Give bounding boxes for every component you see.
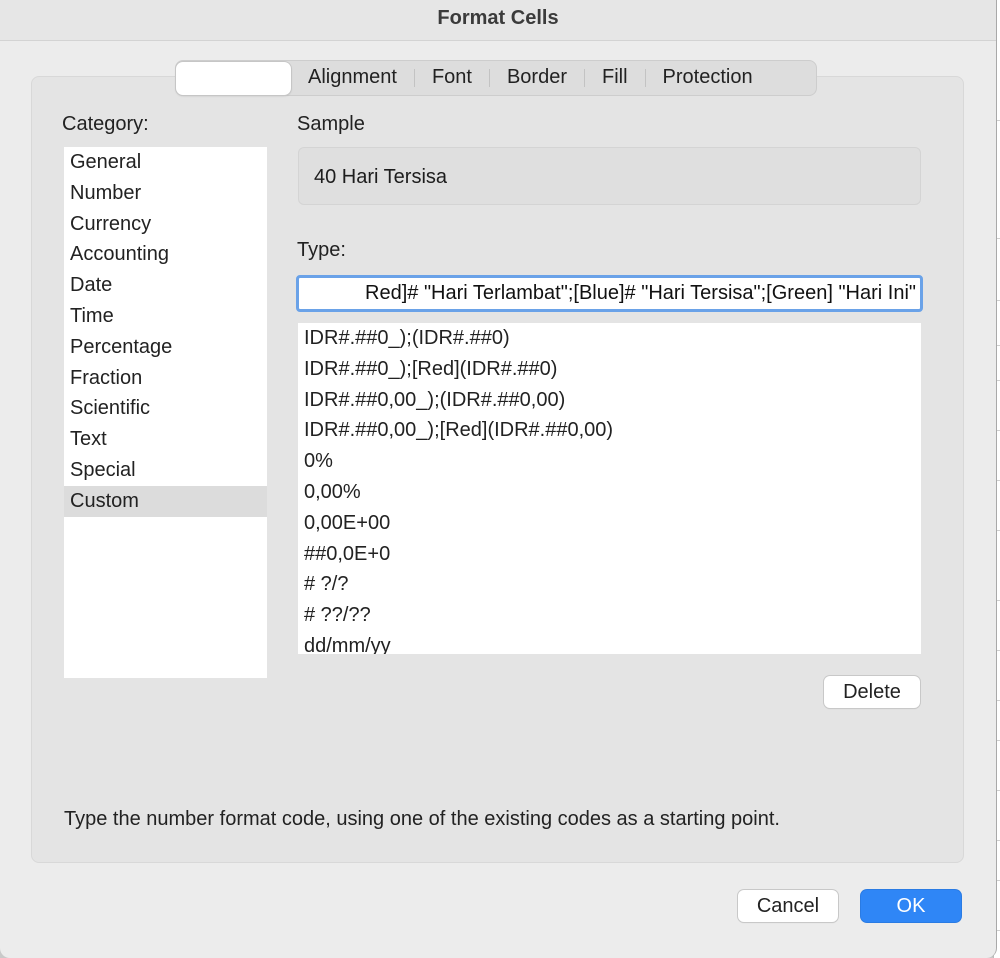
category-item-percentage[interactable]: Percentage <box>64 332 267 363</box>
tab-protection[interactable]: Protection <box>646 61 770 95</box>
format-hint-text: Type the number format code, using one o… <box>64 808 780 830</box>
category-item-time[interactable]: Time <box>64 301 267 332</box>
tab-border[interactable]: Border <box>490 61 584 95</box>
format-code-item[interactable]: IDR#.##0_);(IDR#.##0) <box>298 323 921 354</box>
category-label: Category: <box>62 113 149 135</box>
dialog-title: Format Cells <box>0 0 996 41</box>
format-code-item[interactable]: 0% <box>298 446 921 477</box>
format-code-item[interactable]: ##0,0E+0 <box>298 539 921 570</box>
format-code-item[interactable]: IDR#.##0,00_);(IDR#.##0,00) <box>298 385 921 416</box>
category-item-special[interactable]: Special <box>64 455 267 486</box>
tab-fill[interactable]: Fill <box>585 61 645 95</box>
tab-number[interactable] <box>176 61 291 95</box>
cancel-button[interactable]: Cancel <box>738 890 838 922</box>
format-code-item[interactable]: 0,00E+00 <box>298 508 921 539</box>
format-code-item[interactable]: # ??/?? <box>298 600 921 631</box>
type-label: Type: <box>297 239 346 261</box>
category-item-custom[interactable]: Custom <box>64 485 267 517</box>
category-list[interactable]: General Number Currency Accounting Date … <box>64 147 267 678</box>
format-code-item[interactable]: 0,00% <box>298 477 921 508</box>
format-code-item[interactable]: dd/mm/yy <box>298 631 921 654</box>
delete-button[interactable]: Delete <box>824 676 920 708</box>
category-item-fraction[interactable]: Fraction <box>64 363 267 394</box>
category-item-general[interactable]: General <box>64 147 267 178</box>
category-item-number[interactable]: Number <box>64 178 267 209</box>
tab-bar: Alignment Font Border Fill Protection <box>175 60 817 96</box>
ok-button[interactable]: OK <box>861 890 961 922</box>
type-format-input[interactable]: Red]# "Hari Terlambat";[Blue]# "Hari Ter… <box>296 275 923 312</box>
tab-font[interactable]: Font <box>415 61 489 95</box>
sample-preview: 40 Hari Tersisa <box>298 147 921 205</box>
sample-label: Sample <box>297 113 365 135</box>
category-item-currency[interactable]: Currency <box>64 209 267 240</box>
category-item-date[interactable]: Date <box>64 270 267 301</box>
tab-alignment[interactable]: Alignment <box>291 61 414 95</box>
format-code-list[interactable]: IDR#.##0_);(IDR#.##0) IDR#.##0_);[Red](I… <box>298 323 921 654</box>
category-item-accounting[interactable]: Accounting <box>64 239 267 270</box>
category-item-text[interactable]: Text <box>64 424 267 455</box>
format-cells-dialog: Format Cells Alignment Font Border Fill … <box>0 0 997 958</box>
format-code-item[interactable]: IDR#.##0,00_);[Red](IDR#.##0,00) <box>298 415 921 446</box>
type-format-value: Red]# "Hari Terlambat";[Blue]# "Hari Ter… <box>365 282 916 304</box>
category-item-scientific[interactable]: Scientific <box>64 393 267 424</box>
format-code-item[interactable]: IDR#.##0_);[Red](IDR#.##0) <box>298 354 921 385</box>
format-code-item[interactable]: # ?/? <box>298 569 921 600</box>
